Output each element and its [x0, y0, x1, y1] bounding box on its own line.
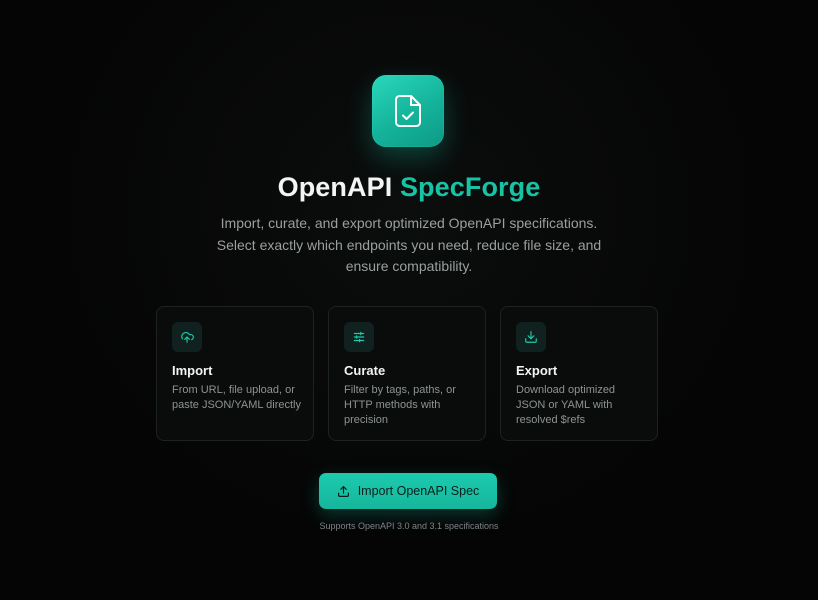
support-note: Supports OpenAPI 3.0 and 3.1 specificati…	[319, 521, 499, 531]
download-icon	[516, 322, 546, 352]
feature-title: Export	[516, 363, 558, 378]
page-title: OpenAPI SpecForge	[0, 170, 818, 204]
import-spec-button[interactable]: Import OpenAPI Spec	[319, 473, 497, 509]
feature-title: Curate	[344, 363, 386, 378]
feature-cards: Import From URL, file upload, or paste J…	[156, 306, 661, 443]
file-check-icon	[393, 94, 423, 128]
feature-card-curate: Curate Filter by tags, paths, or HTTP me…	[328, 306, 486, 441]
app-logo	[372, 75, 444, 147]
feature-description: Download optimized JSON or YAML with res…	[516, 384, 616, 426]
feature-card-import: Import From URL, file upload, or paste J…	[156, 306, 314, 441]
cloud-upload-icon	[172, 322, 202, 352]
upload-icon	[337, 485, 350, 498]
title-brand-primary: OpenAPI	[277, 172, 393, 202]
feature-title: Import	[172, 363, 213, 378]
feature-description: From URL, file upload, or paste JSON/YAM…	[172, 384, 301, 411]
feature-card-export: Export Download optimized JSON or YAML w…	[500, 306, 658, 441]
landing-page: OpenAPI SpecForge Import, curate, and ex…	[0, 0, 818, 600]
page-subtitle: Import, curate, and export optimized Ope…	[216, 215, 602, 274]
sliders-icon	[344, 322, 374, 352]
feature-description: Filter by tags, paths, or HTTP methods w…	[344, 384, 456, 426]
import-spec-button-label: Import OpenAPI Spec	[357, 484, 480, 498]
title-brand-accent: SpecForge	[399, 172, 541, 202]
